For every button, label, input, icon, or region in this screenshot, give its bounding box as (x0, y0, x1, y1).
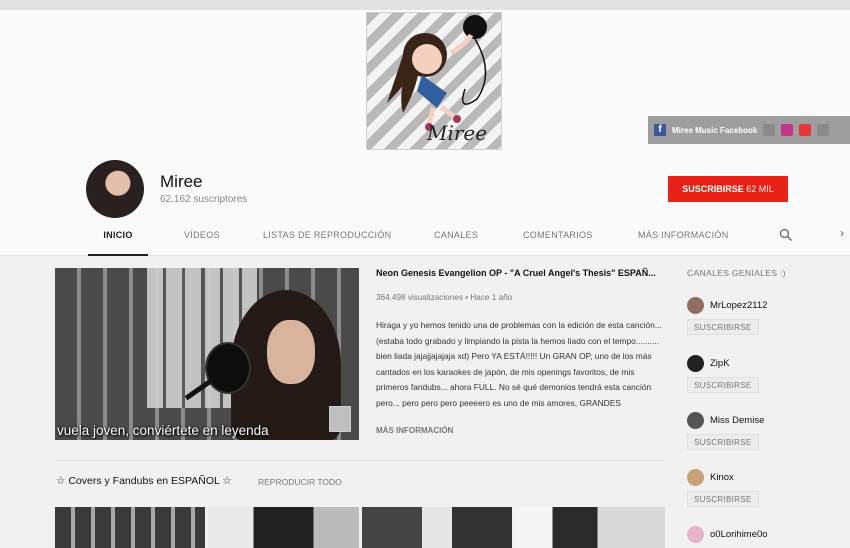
tab-playlists[interactable]: LISTAS DE REPRODUCCIÓN (263, 224, 391, 256)
avatar[interactable] (687, 412, 704, 429)
featured-video-description: Hiraga y yo hemos tenido una de problema… (376, 320, 662, 408)
banner-social-links[interactable]: f Miree Music Facebook (648, 116, 850, 144)
subscribe-button[interactable]: SUSCRIBIRSE 62 MIL (668, 176, 788, 202)
facebook-icon[interactable]: f (654, 124, 666, 136)
tab-videos[interactable]: VÍDEOS (184, 224, 220, 256)
featured-channel-item: ZipK SUSCRIBIRSE (687, 355, 837, 405)
subscriber-count: 62.162 suscriptores (160, 194, 248, 205)
subscribe-button[interactable]: SUSCRIBIRSE (687, 377, 759, 393)
search-icon[interactable] (779, 228, 793, 242)
video-thumbnail[interactable] (514, 507, 665, 548)
twitter-icon[interactable] (763, 124, 776, 136)
sidebar-title: CANALES GENIALES :) (687, 268, 786, 278)
channel-header: Miree 62.162 suscriptores SUSCRIBIRSE 62… (0, 152, 850, 256)
video-thumbnail[interactable] (208, 507, 359, 548)
subscribe-button[interactable]: SUSCRIBIRSE (687, 491, 759, 507)
featured-video-title[interactable]: Neon Genesis Evangelion OP - "A Cruel An… (376, 268, 666, 278)
banner-signature: Miree (427, 121, 488, 145)
featured-video-meta: 364.498 visualizaciones • Hace 1 año (376, 293, 513, 302)
featured-channel-name[interactable]: ZipK (710, 358, 730, 369)
social-icon[interactable] (817, 124, 830, 136)
tab-channels[interactable]: CANALES (434, 224, 478, 256)
video-caption: vuela joven, conviértete en leyenda (57, 423, 269, 438)
divider (55, 460, 665, 461)
featured-channel-item: Miss Demise SUSCRIBIRSE (687, 412, 837, 462)
featured-channel-name[interactable]: Miss Demise (710, 415, 764, 426)
read-more-link[interactable]: MÁS INFORMACIÓN (376, 426, 453, 435)
featured-channel-item: Kinox SUSCRIBIRSE (687, 469, 837, 519)
channel-avatar[interactable] (86, 160, 144, 218)
banner-artwork: Miree (366, 12, 502, 150)
tab-about[interactable]: MÁS INFORMACIÓN (638, 224, 729, 256)
featured-channel-item: MrLopez2112 SUSCRIBIRSE (687, 297, 837, 347)
tab-inicio[interactable]: INICIO (88, 224, 148, 256)
channel-tabs: INICIO VÍDEOS LISTAS DE REPRODUCCIÓN CAN… (0, 224, 850, 256)
subscribe-button[interactable]: SUSCRIBIRSE (687, 434, 759, 450)
channel-watermark-icon[interactable] (329, 406, 351, 432)
featured-channel-name[interactable]: o0Lorihime0o (710, 529, 768, 540)
facebook-link[interactable]: Miree Music Facebook (672, 126, 757, 135)
featured-channel-name[interactable]: Kinox (710, 472, 734, 483)
subscribe-button[interactable]: SUSCRIBIRSE (687, 319, 759, 335)
tab-comments[interactable]: COMENTARIOS (523, 224, 593, 256)
video-thumbnail[interactable] (361, 507, 512, 548)
soundcloud-icon[interactable] (799, 124, 812, 136)
avatar[interactable] (687, 297, 704, 314)
browser-top-strip (0, 0, 850, 10)
featured-video-player[interactable]: vuela joven, conviértete en leyenda (55, 268, 359, 440)
channel-banner: Miree f Miree Music Facebook (0, 10, 850, 152)
avatar[interactable] (687, 526, 704, 543)
featured-channel-name[interactable]: MrLopez2112 (710, 300, 767, 311)
instagram-icon[interactable] (781, 124, 794, 136)
avatar[interactable] (687, 469, 704, 486)
chevron-right-icon[interactable]: › (840, 226, 844, 240)
avatar[interactable] (687, 355, 704, 372)
shelf-title[interactable]: ☆ Covers y Fandubs en ESPAÑOL ☆ (56, 475, 232, 487)
subscribe-count: 62 MIL (746, 184, 774, 194)
thumbnail-face (267, 320, 315, 384)
featured-channel-item: o0Lorihime0o (687, 526, 837, 548)
subscribe-label: SUSCRIBIRSE (682, 184, 744, 194)
play-all-button[interactable]: REPRODUCIR TODO (258, 477, 342, 487)
microphone-icon (205, 342, 251, 394)
shelf-thumbnails (55, 507, 665, 548)
channel-name[interactable]: Miree (160, 172, 203, 192)
video-thumbnail[interactable] (55, 507, 206, 548)
